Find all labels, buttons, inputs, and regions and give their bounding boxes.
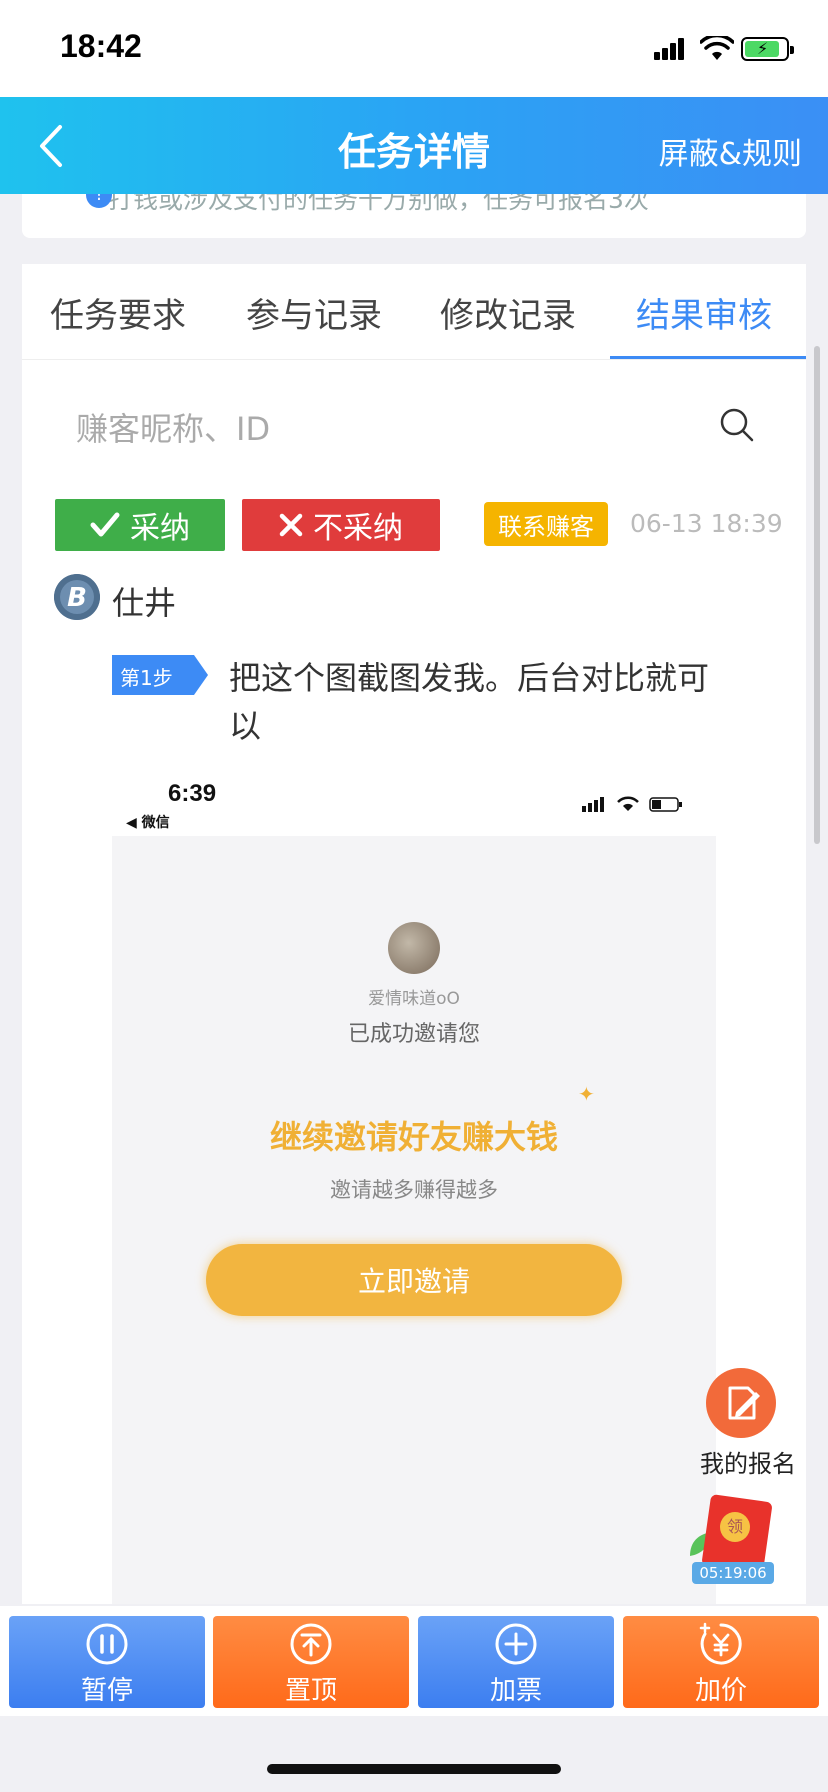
sparkle-icon: ✦ xyxy=(578,1082,595,1106)
redpack-timer: 05:19:06 xyxy=(692,1562,774,1584)
submitted-screenshot[interactable]: 6:39 ◀ 微信 爱情味道oO 已成功邀请您 ✦ 继续邀请好友赚大钱 邀请越多… xyxy=(112,772,716,1604)
header-bar: 任务详情 屏蔽&规则 xyxy=(0,97,828,194)
my-application-button[interactable]: 我的报名 xyxy=(694,1366,796,1478)
screenshot-invite-button: 立即邀请 xyxy=(206,1244,622,1316)
screenshot-title: 继续邀请好友赚大钱 xyxy=(269,1118,558,1156)
screenshot-status-icons xyxy=(582,796,682,812)
tab-result-review[interactable]: 结果审核 xyxy=(636,288,772,337)
pin-top-button[interactable]: 置顶 xyxy=(213,1616,409,1708)
yuan-plus-icon xyxy=(699,1622,742,1665)
red-packet-button[interactable]: 领 05:19:06 xyxy=(686,1492,790,1588)
plus-icon xyxy=(495,1623,537,1665)
reject-button[interactable]: 不采纳 xyxy=(242,499,440,551)
raise-price-button[interactable]: 加价 xyxy=(623,1616,819,1708)
screenshot-avatar xyxy=(388,922,440,974)
accept-label: 采纳 xyxy=(130,511,190,546)
cellular-signal-icon xyxy=(654,38,684,60)
search-icon[interactable] xyxy=(718,406,758,446)
step-description: 把这个图截图发我。后台对比就可以 xyxy=(229,659,710,745)
notice-label: 打钱或涉及支付的任务千万别做，任务可报名3次 xyxy=(108,194,649,214)
block-and-rules-link[interactable]: 屏蔽&规则 xyxy=(659,129,802,173)
redpack-coin: 领 xyxy=(720,1512,750,1542)
tab-participation-records[interactable]: 参与记录 xyxy=(246,288,382,337)
tab-edit-records[interactable]: 修改记录 xyxy=(440,288,576,337)
edit-document-icon xyxy=(706,1368,776,1438)
status-time: 18:42 xyxy=(60,28,142,64)
add-ticket-button[interactable]: 加票 xyxy=(418,1616,614,1708)
my-application-label: 我的报名 xyxy=(700,1450,796,1478)
search-input[interactable] xyxy=(76,404,656,454)
battery-icon: ⚡ xyxy=(741,37,794,61)
svg-text:B: B xyxy=(67,583,87,613)
contact-earner-button[interactable]: 联系赚客 xyxy=(484,502,608,546)
step-label: 第1步 xyxy=(120,666,173,690)
pause-label: 暂停 xyxy=(80,1676,133,1706)
pause-icon xyxy=(86,1623,128,1665)
screenshot-invited-text: 已成功邀请您 xyxy=(347,1022,480,1047)
active-tab-indicator xyxy=(610,356,806,359)
close-icon xyxy=(279,513,303,537)
scrollbar[interactable] xyxy=(814,346,820,844)
tab-task-requirements[interactable]: 任务要求 xyxy=(50,288,186,337)
pin-top-icon xyxy=(290,1623,332,1665)
screenshot-time: 6:39 xyxy=(168,780,217,807)
pin-top-label: 置顶 xyxy=(284,1676,337,1706)
add-ticket-label: 加票 xyxy=(489,1676,542,1706)
pause-button[interactable]: 暂停 xyxy=(9,1616,205,1708)
user-name: 仕井 xyxy=(112,584,177,622)
bottom-toolbar: 暂停 置顶 加票 加价 xyxy=(0,1606,828,1716)
accept-button[interactable]: 采纳 xyxy=(55,499,225,551)
raise-price-label: 加价 xyxy=(694,1676,747,1706)
screenshot-status-bar: 6:39 ◀ 微信 xyxy=(112,772,716,836)
screenshot-subtitle: 邀请越多赚得越多 xyxy=(330,1178,498,1202)
submission-time: 06-13 18:39 xyxy=(630,509,783,538)
avatar[interactable]: B xyxy=(54,574,100,620)
reject-label: 不采纳 xyxy=(313,511,403,546)
review-card: 任务要求 参与记录 修改记录 结果审核 采纳 不采纳 联系赚客 06-13 18… xyxy=(22,264,806,1604)
task-info-card: ! 打钱或涉及支付的任务千万别做，任务可报名3次 xyxy=(22,194,806,238)
notice-text: ! 打钱或涉及支付的任务千万别做，任务可报名3次 xyxy=(86,194,649,216)
check-icon xyxy=(90,512,120,537)
status-bar: 18:42 ⚡ xyxy=(0,0,828,97)
home-indicator-area xyxy=(0,1716,828,1792)
tab-bar: 任务要求 参与记录 修改记录 结果审核 xyxy=(22,264,806,360)
wifi-icon xyxy=(700,36,734,60)
screenshot-nickname: 爱情味道oO xyxy=(368,989,460,1009)
home-indicator[interactable] xyxy=(267,1764,561,1774)
screenshot-back-label: ◀ 微信 xyxy=(126,815,170,831)
